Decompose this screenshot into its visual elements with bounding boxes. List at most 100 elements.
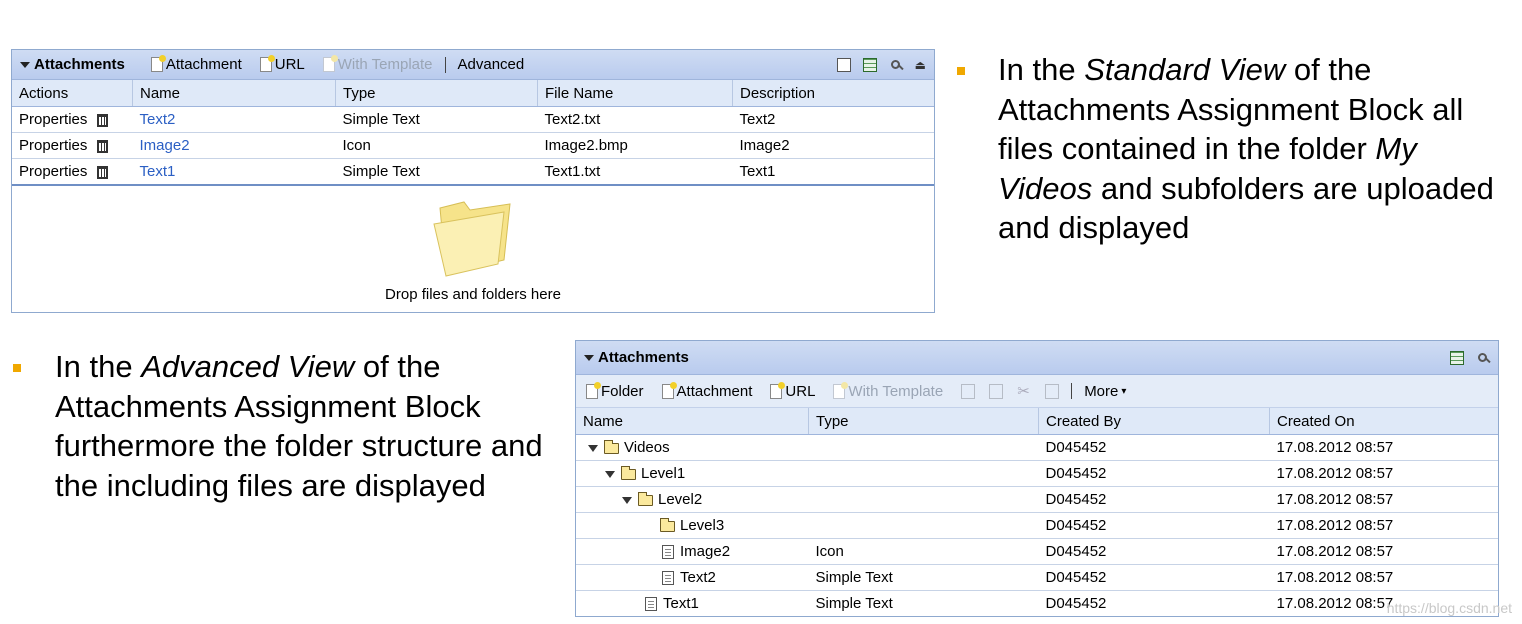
trash-icon[interactable] [97,113,109,127]
more-dropdown-icon: ▾ [1121,385,1127,397]
table-row[interactable]: Properties Text2 Simple Text Text2.txt T… [12,106,934,133]
attachment-name-link[interactable]: Image2 [132,132,336,159]
column-header-actions[interactable]: Actions [12,80,133,107]
created-on-cell: 17.08.2012 08:57 [1269,434,1498,461]
description-cell: Text2 [732,106,934,133]
image-file-icon [662,545,674,560]
created-by-cell: D045452 [1045,595,1107,612]
block-title[interactable]: Attachments [20,56,125,73]
attachment-name-link[interactable]: Text1 [663,595,699,612]
folder-name[interactable]: Level2 [658,491,702,508]
properties-link[interactable]: Properties [19,111,87,128]
delete-icon[interactable] [961,383,976,399]
attachment-name-link[interactable]: Text2 [132,106,336,133]
column-header-name[interactable]: Name [132,80,336,107]
advanced-view-link[interactable]: Advanced [458,56,525,73]
folder-icon [660,517,675,532]
column-header-name[interactable]: Name [576,408,809,435]
created-on-cell: 17.08.2012 08:57 [1269,460,1498,487]
folder-name[interactable]: Level1 [641,465,685,482]
standard-attachments-table: Actions Name Type File Name Description … [12,80,934,184]
trash-icon[interactable] [97,139,109,153]
standard-block-header: Attachments Attachment URL With Template… [12,50,934,80]
with-template-button[interactable]: With Template [833,381,943,400]
export-spreadsheet-icon[interactable] [862,57,877,72]
type-cell: Icon [335,132,538,159]
column-header-description[interactable]: Description [732,80,934,107]
new-document-icon [259,55,275,72]
created-on-cell: 17.08.2012 08:57 [1269,564,1498,591]
folder-name[interactable]: Level3 [680,517,724,534]
new-attachment-button[interactable]: Attachment [661,381,752,400]
description-cell: Text1 [739,163,776,180]
tree-row[interactable]: Level2 D045452 17.08.2012 08:57 [576,486,1498,513]
folder-icon [433,201,511,277]
bullet-marker [957,67,965,75]
new-document-icon [661,381,677,399]
tree-row[interactable]: Text1 Simple Text D045452 17.08.2012 08:… [576,591,1498,617]
tree-row[interactable]: Level1 D045452 17.08.2012 08:57 [576,460,1498,487]
new-url-button[interactable]: URL [770,381,815,400]
cut-icon[interactable]: ✂ [1017,384,1031,399]
attachment-name-link[interactable]: Image2 [680,543,730,560]
header-icons [1450,350,1490,365]
paste-icon[interactable] [1045,383,1060,399]
expand-toggle-icon[interactable] [605,470,615,478]
type-cell: Simple Text [808,564,1039,591]
folder-icon [621,465,636,480]
chart-icon[interactable] [836,57,851,72]
with-template-button[interactable]: With Template [322,55,433,73]
new-url-button[interactable]: URL [259,55,305,73]
more-menu-button[interactable]: More ▾ [1084,383,1126,400]
drop-zone[interactable]: Drop files and folders here [12,184,934,306]
file-name-cell: Image2.bmp [537,132,733,159]
attachment-name-link[interactable]: Text1 [133,159,336,185]
created-on-cell: 17.08.2012 08:57 [1269,512,1498,539]
block-title[interactable]: Attachments [584,349,689,366]
tree-row[interactable]: Level3 D045452 17.08.2012 08:57 [576,512,1498,539]
collapse-triangle-icon[interactable] [20,61,30,68]
column-header-created-on[interactable]: Created On [1269,408,1498,435]
export-spreadsheet-icon[interactable] [1450,350,1464,365]
eject-icon[interactable]: ⏏ [915,58,926,72]
folder-name[interactable]: Videos [624,439,670,456]
new-document-icon [322,55,338,72]
standard-view-note: In the Standard View of the Attachments … [998,52,1494,245]
wrench-icon[interactable] [1476,351,1490,365]
column-header-created-by[interactable]: Created By [1038,408,1270,435]
column-header-type[interactable]: Type [808,408,1039,435]
column-header-type[interactable]: Type [335,80,538,107]
text-file-icon [645,597,657,612]
new-folder-icon [586,381,601,399]
tree-row[interactable]: Videos D045452 17.08.2012 08:57 [576,434,1498,461]
column-header-file-name[interactable]: File Name [537,80,733,107]
expand-toggle-icon[interactable] [622,496,632,504]
created-on-cell: 17.08.2012 08:57 [1269,486,1498,513]
advanced-view-note: In the Advanced View of the Attachments … [55,349,543,503]
description-cell: Image2 [732,132,934,159]
collapse-triangle-icon[interactable] [584,354,594,361]
table-row[interactable]: Properties Image2 Icon Image2.bmp Image2 [12,132,934,159]
new-document-icon [833,381,849,399]
new-folder-button[interactable]: Folder [586,381,644,400]
advanced-toolbar: Folder Attachment URL With Template ✂ Mo… [576,375,1498,408]
copy-icon[interactable] [989,383,1004,399]
tree-row[interactable]: Image2 Icon D045452 17.08.2012 08:57 [576,538,1498,565]
new-attachment-button[interactable]: Attachment [150,55,242,73]
bullet-marker [13,364,21,372]
wrench-icon[interactable] [889,58,903,72]
advanced-attachments-tree-table: Name Type Created By Created On Videos D… [576,408,1498,616]
properties-link[interactable]: Properties [19,163,87,180]
created-by-cell: D045452 [1038,434,1270,461]
attachment-name-link[interactable]: Text2 [680,569,716,586]
trash-icon[interactable] [97,165,109,179]
root-folder-icon [604,439,619,454]
drop-hint-text: Drop files and folders here [385,286,561,303]
file-name-cell: Text2.txt [537,106,733,133]
tree-row[interactable]: Text2 Simple Text D045452 17.08.2012 08:… [576,564,1498,591]
advanced-attachments-block: Attachments Folder Attachment URL With T… [575,340,1499,617]
table-row[interactable]: Properties Text1 Simple Text Text1.txt T… [12,159,934,185]
expand-toggle-icon[interactable] [588,444,598,452]
header-icons: ⏏ [836,57,926,72]
properties-link[interactable]: Properties [19,137,87,154]
